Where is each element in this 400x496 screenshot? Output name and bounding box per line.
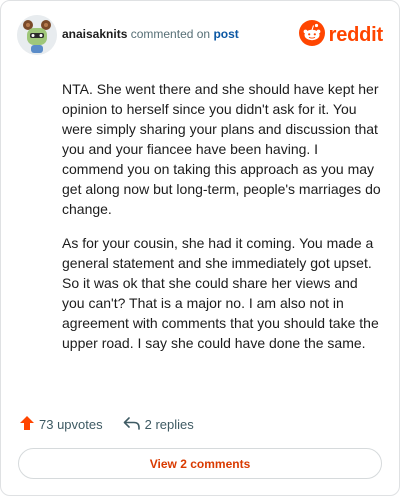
comment-paragraph: NTA. She went there and she should have … (62, 81, 381, 217)
username-link[interactable]: anaisaknits (62, 27, 127, 41)
upvotes-label: 73 upvotes (39, 416, 103, 432)
post-link[interactable]: post (213, 27, 238, 41)
comment-stats: 73 upvotes 2 replies (19, 414, 194, 434)
view-comments-button[interactable]: View 2 comments (18, 448, 382, 479)
upvote-arrow-icon (19, 415, 39, 434)
reddit-wordmark: reddit (328, 23, 384, 46)
avatar-icon[interactable] (17, 15, 57, 55)
replies-label: 2 replies (144, 416, 194, 432)
reddit-logo-icon (298, 19, 325, 51)
replies-stat[interactable]: 2 replies (123, 415, 194, 434)
comment-header: anaisaknits commented on post reddit (17, 15, 383, 55)
upvotes-stat[interactable]: 73 upvotes (19, 415, 103, 434)
reply-arrow-icon (123, 415, 145, 434)
comment-paragraph: As for your cousin, she had it coming. Y… (62, 235, 379, 351)
comment-body: NTA. She went there and she should have … (62, 79, 383, 367)
attribution-action: commented on (130, 27, 211, 41)
comment-card: anaisaknits commented on post reddit NTA… (0, 0, 400, 496)
reddit-brand[interactable]: reddit (298, 19, 384, 51)
comment-attribution: anaisaknits commented on post (62, 27, 239, 41)
